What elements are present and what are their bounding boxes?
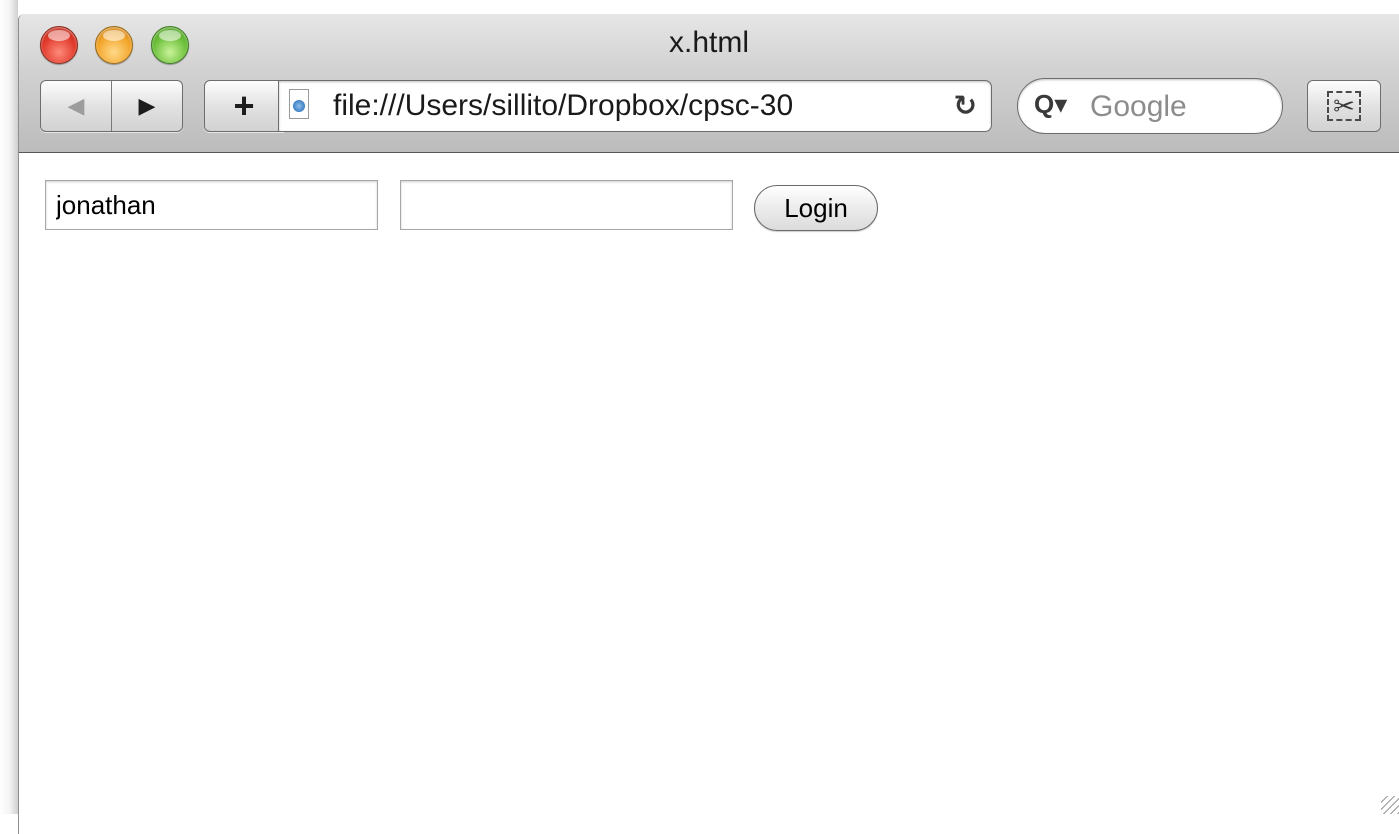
forward-arrow-icon: ▶ [138,93,156,118]
back-arrow-icon: ◀ [67,93,85,118]
resize-grip-icon[interactable] [1381,796,1399,814]
address-bar-url[interactable]: file:///Users/sillito/Dropbox/cpsc-30 [333,89,893,125]
window-shadow [0,0,18,814]
address-bar[interactable]: file:///Users/sillito/Dropbox/cpsc-30 ↻ [278,80,992,132]
snippet-button[interactable]: ✂ [1307,80,1381,132]
login-button[interactable]: Login [754,185,878,231]
search-field[interactable]: Q▾ Google [1017,78,1283,134]
forward-button[interactable]: ▶ [112,81,182,131]
browser-window: x.html ◀ ▶ + file:///Users/sillito/Dropb… [18,14,1399,834]
zoom-window-button[interactable] [151,26,189,64]
toolbar: x.html ◀ ▶ + file:///Users/sillito/Dropb… [19,14,1399,153]
nav-buttons: ◀ ▶ [40,80,183,132]
plus-icon: + [233,85,255,126]
username-input[interactable] [45,180,378,230]
close-window-button[interactable] [40,26,78,64]
window-title: x.html [668,26,749,59]
search-placeholder: Google [1090,90,1187,123]
back-button[interactable]: ◀ [41,81,112,131]
add-bookmark-button[interactable]: + [204,80,284,132]
scissors-icon: ✂ [1327,91,1361,121]
password-input[interactable] [400,180,733,230]
page-content: Login [19,153,1399,834]
minimize-window-button[interactable] [95,26,133,64]
page-icon [289,89,309,119]
reload-icon[interactable]: ↻ [954,89,977,122]
search-icon[interactable]: Q▾ [1034,89,1067,120]
